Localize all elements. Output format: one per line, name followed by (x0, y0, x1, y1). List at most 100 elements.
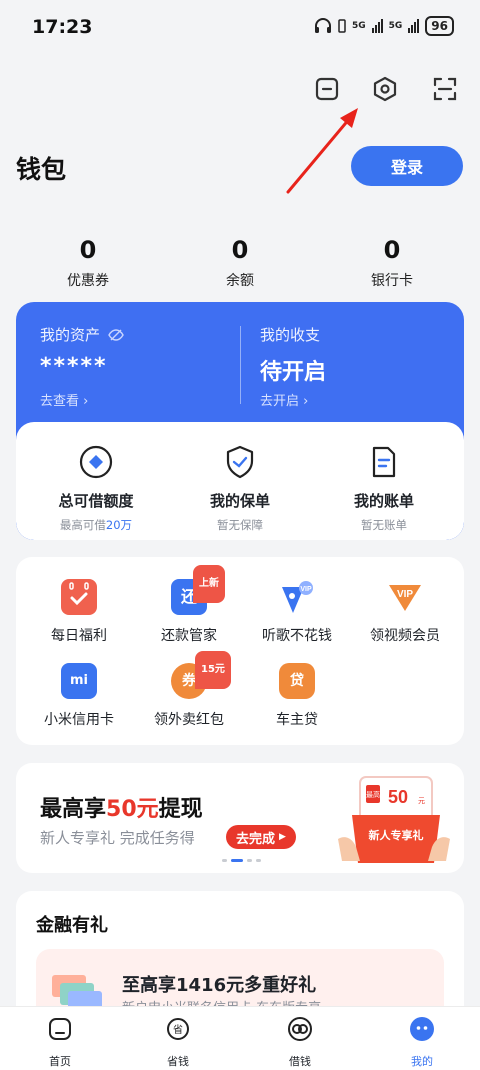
login-button[interactable]: 登录 (351, 146, 463, 186)
vip-icon: VIP (387, 579, 423, 615)
status-time: 17:23 (32, 16, 93, 38)
finance-title: 金融有礼 (36, 915, 108, 936)
tab-profile[interactable]: 我的 (362, 1015, 480, 1069)
service-takeaway-coupon[interactable]: 券 15元 领外卖红包 (134, 651, 244, 729)
page-title: 钱包 (16, 155, 67, 184)
stat-label: 优惠券 (67, 273, 109, 289)
scan-icon[interactable] (428, 72, 462, 106)
tab-home[interactable]: 首页 (0, 1015, 120, 1069)
service-label: 听歌不花钱 (262, 628, 332, 644)
quick-actions-panel: 总可借额度 最高可借20万 我的保单 暂无保障 我的账单 暂无账单 (16, 422, 464, 540)
service-daily-welfare[interactable]: 每日福利 (24, 579, 134, 645)
tab-label: 省钱 (167, 1055, 189, 1068)
quick-action-title: 我的账单 (353, 492, 414, 510)
play-arrow-icon: ▶ (279, 832, 286, 842)
promo-title-highlight: 50元 (106, 797, 159, 822)
settings-hexagon-icon[interactable] (368, 72, 402, 106)
stat-label: 余额 (226, 273, 254, 289)
view-assets-link[interactable]: 去查看 › (40, 390, 88, 409)
carousel-dot (247, 859, 252, 862)
quick-action-title: 我的保单 (209, 492, 270, 510)
art-amount-text: 50 (388, 787, 408, 807)
quick-action-title: 总可借额度 (58, 492, 134, 510)
vip-icon-glyph: VIP (397, 589, 413, 600)
network-type-1: 5G (351, 21, 366, 31)
svg-text:省: 省 (173, 1023, 183, 1036)
new-tag: 上新 (193, 565, 225, 603)
annotation-arrow-icon (286, 108, 358, 194)
profile-icon (410, 1017, 434, 1041)
stat-value: 0 (383, 236, 401, 264)
assets-label-row: 我的资产 (40, 324, 124, 345)
quick-action-bills[interactable]: 我的账单 暂无账单 (324, 444, 444, 533)
signal-icon-2 (408, 19, 420, 33)
quick-action-credit-limit[interactable]: 总可借额度 最高可借20万 (36, 444, 156, 533)
income-expense-value: 待开启 (260, 360, 327, 385)
stat-bank-cards[interactable]: 0 银行卡 (332, 236, 452, 290)
quick-action-sub: 最高可借20万 (36, 517, 156, 533)
promo-banner[interactable]: 最高享50元提现 新人专享礼 完成任务得 去完成 ▶ 最高 50 元 新人专享礼 (16, 763, 464, 873)
tab-label: 我的 (411, 1055, 433, 1068)
eye-hidden-icon[interactable] (108, 328, 124, 341)
repay-icon: 还 上新 (171, 565, 225, 615)
enable-income-link[interactable]: 去开启 › (260, 390, 308, 409)
promo-title-suffix: 提现 (158, 797, 203, 822)
mi-card-icon: mi (61, 663, 97, 699)
amount-tag: 15元 (195, 651, 231, 689)
save-money-icon: 省 (167, 1018, 189, 1040)
go-complete-label: 去完成 (236, 831, 276, 847)
tab-borrow[interactable]: 借钱 (240, 1015, 360, 1069)
battery-indicator: 96 (425, 16, 454, 36)
service-label: 领视频会员 (370, 628, 440, 644)
my-assets-label: 我的资产 (40, 326, 101, 344)
art-caption-text: 新人专享礼 (369, 828, 424, 842)
stat-value: 0 (231, 236, 249, 264)
quick-action-sub-highlight: 20万 (105, 518, 133, 532)
mi-card-icon-glyph: mi (69, 673, 88, 688)
sim-icon (338, 19, 346, 33)
service-car-loan[interactable]: 贷 车主贷 (242, 663, 352, 729)
calendar-check-icon (61, 579, 97, 615)
asset-card: 我的资产 ***** 去查看 › 我的收支 待开启 去开启 › 总可借额度 最高… (16, 302, 464, 540)
service-repayment-manager[interactable]: 还 上新 还款管家 (134, 565, 244, 645)
car-loan-icon-glyph: 贷 (290, 673, 304, 689)
red-envelope-gift-illustration: 最高 50 元 新人专享礼 (338, 776, 450, 863)
go-complete-button[interactable]: 去完成 ▶ (226, 825, 296, 849)
promo-title: 最高享50元提现 (40, 791, 203, 823)
service-mi-credit-card[interactable]: mi 小米信用卡 (24, 663, 134, 729)
carousel-dot (222, 859, 227, 862)
quick-action-sub: 暂无账单 (361, 518, 407, 532)
carousel-dot-active (231, 859, 243, 862)
income-expense-label: 我的收支 (260, 326, 321, 344)
service-label: 领外卖红包 (154, 712, 224, 728)
quick-action-sub: 暂无保障 (217, 518, 263, 532)
shield-check-icon (226, 445, 254, 479)
tab-label: 首页 (49, 1055, 71, 1068)
svg-text:VIP: VIP (300, 586, 312, 593)
network-type-2: 5G (388, 21, 403, 31)
service-label: 小米信用卡 (44, 712, 114, 728)
diamond-circle-icon (79, 445, 113, 479)
tab-save-money[interactable]: 省 省钱 (118, 1015, 238, 1069)
borrow-icon (288, 1017, 312, 1041)
headphones-icon (314, 18, 331, 33)
stat-coupons[interactable]: 0 优惠券 (28, 236, 148, 290)
home-icon (49, 1018, 71, 1040)
assets-value: ***** (40, 354, 108, 379)
promo-subtitle: 新人专享礼 完成任务得 (40, 829, 195, 847)
services-grid: 每日福利 还 上新 还款管家 VIP 听歌不花钱 VIP 领视频会员 mi 小米… (16, 557, 464, 745)
art-unit-text: 元 (418, 797, 425, 805)
quick-action-policy[interactable]: 我的保单 暂无保障 (180, 444, 300, 533)
service-label: 车主贷 (276, 712, 318, 728)
coupon-icon: 券 15元 (171, 651, 231, 699)
service-video-vip[interactable]: VIP 领视频会员 (350, 579, 460, 645)
service-free-music[interactable]: VIP 听歌不花钱 (242, 579, 352, 645)
stat-balance[interactable]: 0 余额 (180, 236, 300, 290)
carousel-dot (256, 859, 261, 862)
promo-title-prefix: 最高享 (40, 797, 107, 822)
quick-action-sub-prefix: 最高可借 (59, 518, 106, 532)
car-loan-icon: 贷 (279, 663, 315, 699)
bottom-tab-bar: 首页 省 省钱 借钱 我的 (0, 1006, 480, 1070)
service-label: 还款管家 (161, 628, 217, 644)
divider (240, 326, 241, 404)
